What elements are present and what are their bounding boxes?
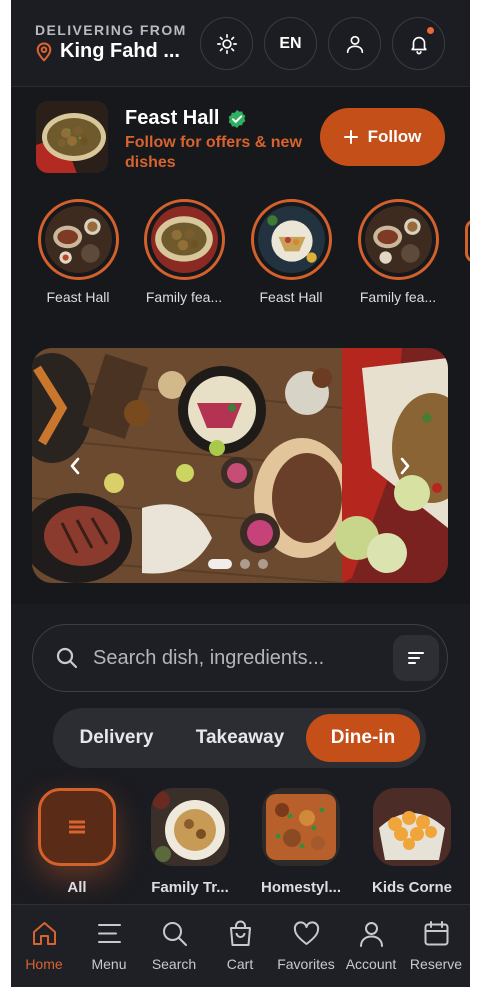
top-header: DELIVERING FROM King Fahd ... EN	[11, 0, 470, 87]
category-image	[373, 788, 451, 866]
promo-carousel[interactable]	[32, 348, 448, 583]
user-icon	[346, 35, 363, 53]
tab-menu[interactable]: Menu	[76, 905, 142, 987]
search-input[interactable]	[93, 643, 383, 673]
mode-delivery[interactable]: Delivery	[59, 714, 174, 762]
tab-label: Search	[151, 956, 197, 972]
notification-badge	[427, 27, 434, 34]
story-image	[257, 206, 325, 273]
category-row: All Family Tr... Homestyl... Kids Corne	[11, 784, 470, 904]
carousel-next-button[interactable]	[390, 451, 420, 481]
category-all-tile	[38, 788, 116, 866]
story-ring	[143, 199, 225, 280]
carousel-dot-active[interactable]	[208, 559, 232, 569]
category-image	[262, 788, 340, 866]
order-mode-toggle: Delivery Takeaway Dine-in	[53, 708, 426, 768]
language-label: EN	[279, 34, 302, 52]
list-icon	[69, 820, 85, 834]
delivering-from-label: DELIVERING FROM	[35, 22, 187, 38]
search-bar	[32, 624, 448, 692]
mode-takeaway[interactable]: Takeaway	[180, 714, 300, 762]
carousel-dot[interactable]	[240, 559, 250, 569]
menu-icon	[97, 924, 121, 943]
story-item-partial[interactable]	[465, 219, 470, 263]
tab-label: Cart	[226, 956, 254, 972]
story-label: Feast Hall	[259, 289, 323, 305]
verified-badge-icon	[229, 109, 246, 128]
filter-button[interactable]	[393, 635, 439, 681]
language-button[interactable]: EN	[264, 17, 317, 70]
calendar-icon	[424, 921, 448, 946]
story-label: Family fea...	[359, 289, 437, 305]
category-label: Family Tr...	[151, 879, 229, 896]
browse-section: Delivery Takeaway Dine-in All Family Tr.…	[11, 604, 470, 904]
carousel-slide-image	[32, 348, 448, 583]
story-ring	[250, 199, 332, 280]
follow-button[interactable]: Follow	[320, 108, 445, 166]
category-item[interactable]: Family Tr...	[135, 788, 245, 896]
account-button[interactable]	[328, 17, 381, 70]
category-all[interactable]: All	[22, 788, 132, 896]
search-icon	[56, 647, 78, 669]
app-screen: DELIVERING FROM King Fahd ... EN Feast H…	[11, 0, 470, 987]
heart-icon	[293, 921, 319, 945]
theme-toggle-button[interactable]	[200, 17, 253, 70]
location-pin-icon	[36, 41, 52, 62]
tab-label: Home	[25, 956, 63, 972]
location-selector[interactable]: King Fahd ...	[35, 40, 180, 63]
cart-icon	[229, 920, 251, 946]
user-icon	[359, 922, 383, 947]
story-item[interactable]: Family fea...	[134, 199, 234, 305]
story-image	[44, 206, 112, 273]
carousel-dot[interactable]	[258, 559, 268, 569]
tab-label: Menu	[91, 956, 127, 972]
tab-label: Favorites	[277, 956, 335, 972]
store-card: Feast Hall Follow for offers & new dishe…	[36, 101, 456, 173]
category-item[interactable]: Homestyl...	[246, 788, 356, 896]
home-icon	[32, 922, 56, 945]
notifications-button[interactable]	[392, 17, 445, 70]
tab-search[interactable]: Search	[141, 905, 207, 987]
location-name: King Fahd ...	[60, 40, 180, 62]
bottom-tab-bar: Home Menu Search Cart Favorites Account …	[11, 904, 470, 987]
store-subtitle: Follow for offers & new dishes	[125, 134, 302, 171]
category-item[interactable]: Kids Corne	[357, 788, 467, 896]
story-item[interactable]: Feast Hall	[28, 199, 128, 305]
tab-home[interactable]: Home	[11, 905, 77, 987]
story-item[interactable]: Feast Hall	[241, 199, 341, 305]
filter-lines-icon	[408, 652, 424, 664]
story-item[interactable]: Family fea...	[348, 199, 448, 305]
tab-account[interactable]: Account	[338, 905, 404, 987]
tab-label: Account	[345, 956, 397, 972]
story-ring	[37, 199, 119, 280]
tab-cart[interactable]: Cart	[207, 905, 273, 987]
category-image	[151, 788, 229, 866]
story-image	[364, 206, 432, 273]
tab-reserve[interactable]: Reserve	[403, 905, 469, 987]
category-label: All	[67, 879, 87, 896]
story-label: Feast Hall	[46, 289, 110, 305]
story-label: Family fea...	[145, 289, 223, 305]
search-icon	[162, 922, 187, 946]
mode-dine-in[interactable]: Dine-in	[306, 714, 420, 762]
store-name-row: Feast Hall	[125, 107, 247, 130]
follow-label: Follow	[367, 127, 422, 146]
bell-icon	[410, 36, 427, 54]
store-logo[interactable]	[36, 101, 108, 173]
sun-icon	[216, 33, 237, 54]
chevron-left-icon	[70, 457, 80, 475]
chevron-right-icon	[400, 457, 410, 475]
store-name: Feast Hall	[125, 107, 220, 129]
category-label: Kids Corne	[371, 879, 452, 896]
tab-label: Reserve	[409, 956, 463, 972]
plus-icon	[343, 130, 358, 144]
carousel-dots	[208, 559, 268, 569]
stories-row: Feast Hall Family fea... Feast Hall Fami…	[11, 199, 470, 311]
carousel-prev-button[interactable]	[60, 451, 90, 481]
story-ring	[357, 199, 439, 280]
category-label: Homestyl...	[260, 879, 342, 896]
story-image	[150, 206, 218, 273]
tab-favorites[interactable]: Favorites	[273, 905, 339, 987]
